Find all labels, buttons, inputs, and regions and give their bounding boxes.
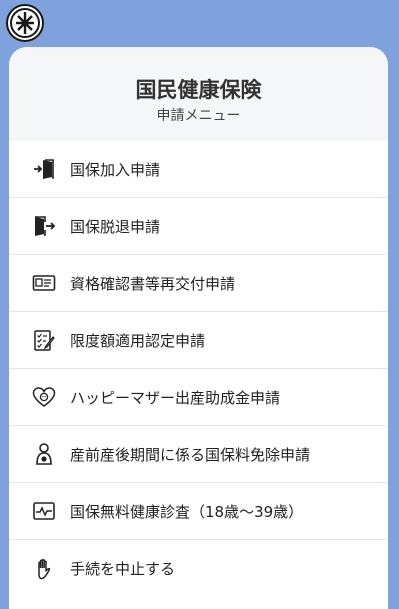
baby-heart-icon (32, 385, 56, 409)
menu-header: 国民健康保険 申請メニュー (9, 47, 388, 141)
door-exit-icon (32, 214, 56, 238)
menu-item-label: 国保加入申請 (70, 160, 161, 179)
page-subtitle: 申請メニュー (156, 108, 241, 124)
menu-item-join-insurance[interactable]: 国保加入申請 (9, 141, 388, 198)
menu-item-label: ハッピーマザー出産助成金申請 (70, 388, 281, 407)
menu-item-label: 産前産後期間に係る国保料免除申請 (70, 445, 311, 464)
id-card-icon (32, 271, 56, 295)
application-menu-list: 国保加入申請 国保脱退申請 資格確認書等再交付申請 限度額適用認定申請 ハッピー… (9, 141, 388, 597)
menu-item-label: 限度額適用認定申請 (70, 331, 206, 350)
menu-item-label: 資格確認書等再交付申請 (70, 274, 236, 293)
menu-item-happy-mother-grant[interactable]: ハッピーマザー出産助成金申請 (9, 369, 388, 426)
application-menu-card: 国民健康保険 申請メニュー 国保加入申請 国保脱退申請 資格確認書等再交付申請 … (9, 47, 388, 609)
menu-item-free-health-checkup[interactable]: 国保無料健康診査（18歳～39歳） (9, 483, 388, 540)
menu-item-label: 国保無料健康診査（18歳～39歳） (70, 502, 304, 521)
menu-item-reissue-certificate[interactable]: 資格確認書等再交付申請 (9, 255, 388, 312)
menu-item-label: 手続を中止する (70, 560, 176, 578)
page-title: 国民健康保険 (135, 78, 262, 102)
menu-item-cancel-procedure[interactable]: 手続を中止する (9, 540, 388, 597)
menu-item-label: 国保脱退申請 (70, 217, 161, 236)
checklist-icon (32, 328, 56, 352)
city-emblem-logo (6, 4, 44, 42)
menu-item-leave-insurance[interactable]: 国保脱退申請 (9, 198, 388, 255)
hand-stop-icon (32, 557, 56, 581)
menu-item-maternity-premium-exemption[interactable]: 産前産後期間に係る国保料免除申請 (9, 426, 388, 483)
door-enter-icon (32, 157, 56, 181)
health-monitor-icon (32, 499, 56, 523)
mother-icon (32, 442, 56, 466)
menu-item-limit-certification[interactable]: 限度額適用認定申請 (9, 312, 388, 369)
